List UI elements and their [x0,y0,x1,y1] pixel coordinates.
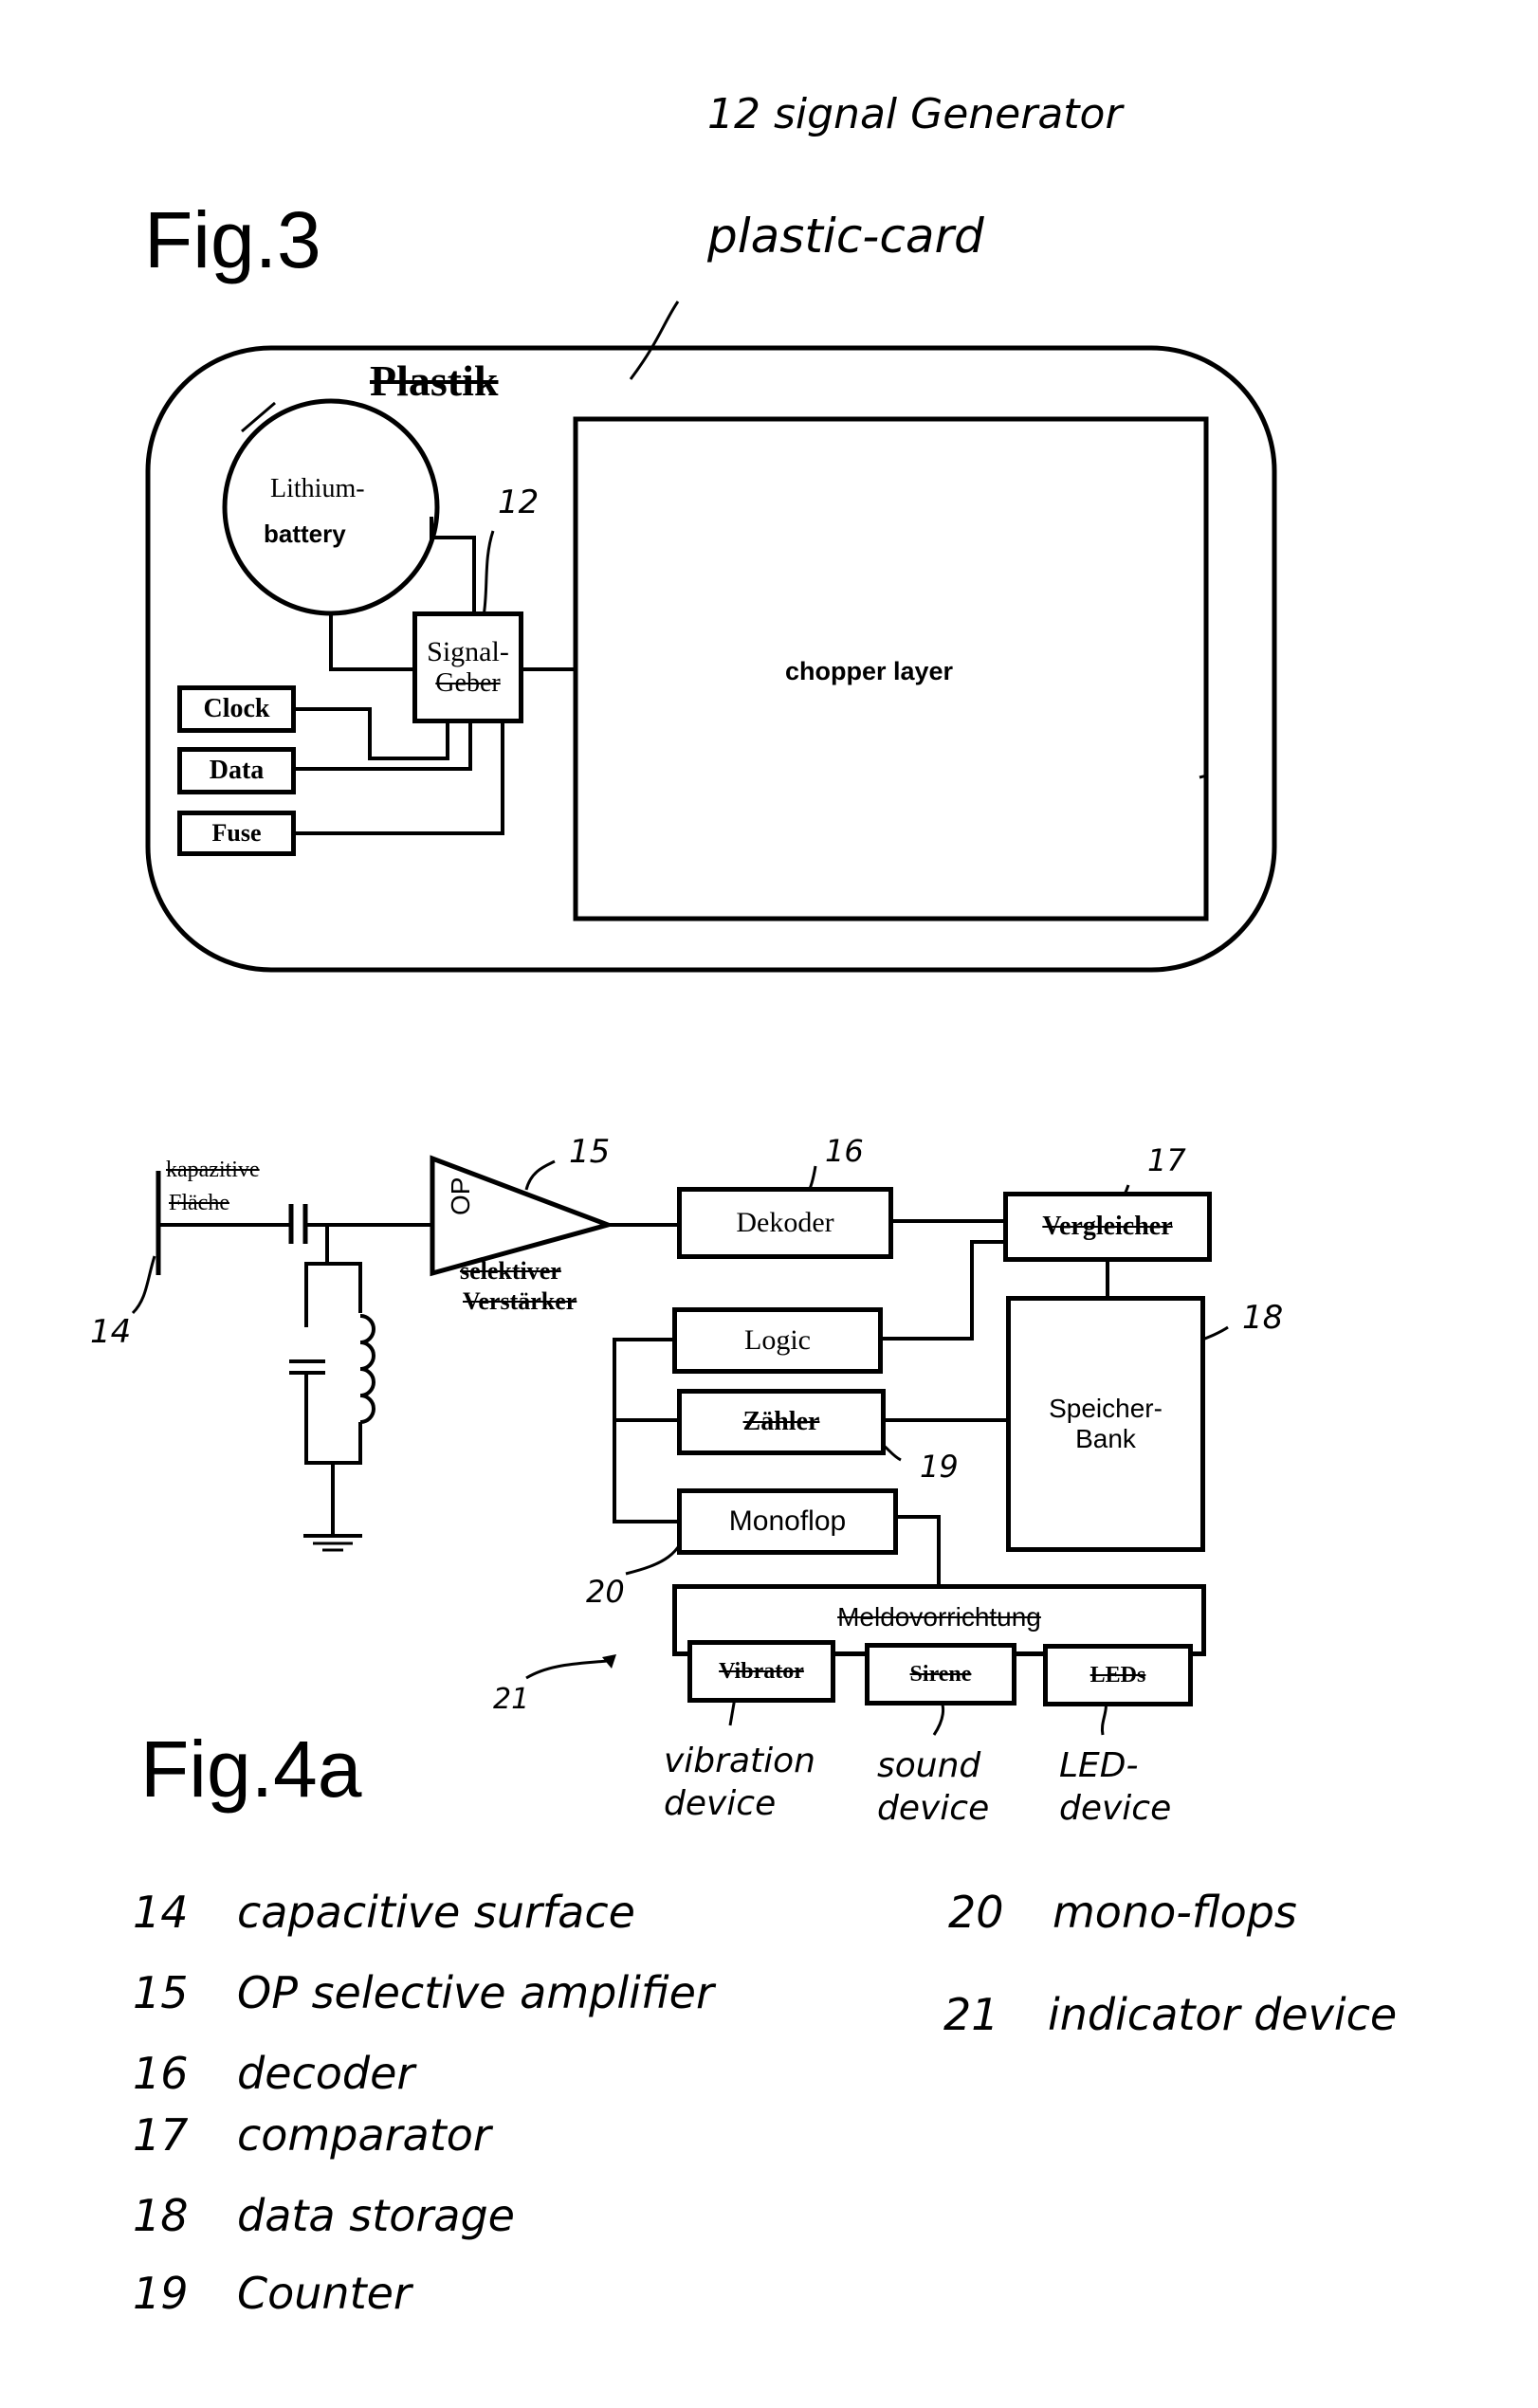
plastik-label: Plastik [370,356,499,405]
vibration-note-line2: device [664,1784,777,1823]
legend-item: 15 OP selective amplifier [133,1967,714,2018]
ref18-label: 18 [1242,1299,1284,1337]
legend-item: 20 mono-flops [948,1887,1297,1938]
signal-geber-box: Signal- Geber [412,611,523,723]
ref14-label: 14 [90,1313,132,1351]
ref12-label: 12 [498,483,540,521]
storage-label-line2: Bank [1075,1424,1136,1453]
leds-box: LEDs [1043,1644,1193,1706]
clock-box: Clock [177,685,296,733]
plastic-card-pointer [629,301,680,380]
plastic-card-annotation: plastic-card [707,209,984,264]
decoder-box: Dekoder [677,1187,893,1259]
counter-label: Zähler [742,1407,820,1436]
fig3-title: Fig.3 [144,195,321,284]
legend-item: 18 data storage [133,2190,515,2241]
ref20-label: 20 [586,1574,625,1610]
sound-note-line1: sound [877,1746,981,1785]
capacitive-surface-line1: kapazitive [166,1158,260,1182]
sound-device-note: sound device [877,1744,989,1830]
signal-generator-annotation: 12 signal Generator [707,90,1123,138]
ref15-label: 15 [569,1133,611,1171]
fuse-box: Fuse [177,811,296,856]
clock-label: Clock [203,694,270,723]
data-label: Data [209,756,265,785]
led-note-line1: LED- [1059,1746,1139,1785]
vibration-note-line1: vibration [664,1742,815,1780]
signal-geber-line1: Signal- [427,636,509,667]
legend-item: 14 capacitive surface [133,1887,635,1938]
led-note-line2: device [1059,1789,1172,1828]
data-box: Data [177,747,296,794]
monoflop-label: Monoflop [728,1505,847,1537]
legend-item: 21 indicator device [943,1989,1398,2040]
legend-item: 17 comparator [133,2109,491,2161]
monoflop-box: Monoflop [677,1488,898,1555]
signal-geber-line2: Geber [435,668,501,698]
capacitive-surface-line2: Fläche [169,1191,229,1215]
fig4a-title: Fig.4a [140,1724,362,1814]
sirene-box: Sirene [865,1643,1016,1706]
op-amp-triangle [430,1155,616,1277]
ref15-pointer [524,1159,556,1191]
legend-item: 16 decoder [133,2048,415,2099]
selective-amp-line2: Verstärker [463,1287,577,1315]
comparator-label: Vergleicher [1042,1212,1173,1241]
lithium-battery-circle [222,398,440,616]
vibrator-box: Vibrator [687,1640,835,1703]
fuse-label: Fuse [211,819,262,847]
counter-box: Zähler [677,1389,886,1455]
op-label: OP [446,1177,475,1215]
decoder-label: Dekoder [736,1207,834,1238]
ref14-pointer [131,1255,156,1315]
storage-label-line1: Speicher- [1049,1394,1163,1423]
ref19-label: 19 [920,1449,959,1485]
legend-item: 19 Counter [133,2268,412,2319]
vibration-device-note: vibration device [664,1740,815,1825]
comparator-box: Vergleicher [1003,1192,1212,1262]
ref16-label: 16 [825,1133,864,1169]
logic-box: Logic [672,1307,883,1374]
leds-label: LEDs [1089,1662,1146,1687]
selective-amp-line1: selektiver [460,1257,561,1285]
battery-label-line1: Lithium- [270,474,365,503]
vibrator-label: Vibrator [719,1658,804,1684]
storage-bank-box: Speicher- Bank [1006,1296,1205,1552]
sound-note-line2: device [877,1789,990,1828]
chopper-layer-label: chopper layer [785,657,954,685]
logic-label: Logic [744,1324,811,1356]
indicator-label: Meldovorrichtung [837,1602,1041,1632]
battery-label-line2: battery [264,520,346,548]
ref21-label: 21 [493,1683,530,1716]
plastic-card-outline [145,345,1277,973]
ref17-label: 17 [1147,1142,1186,1178]
sirene-label: Sirene [909,1661,972,1687]
led-device-note: LED- device [1059,1744,1171,1830]
